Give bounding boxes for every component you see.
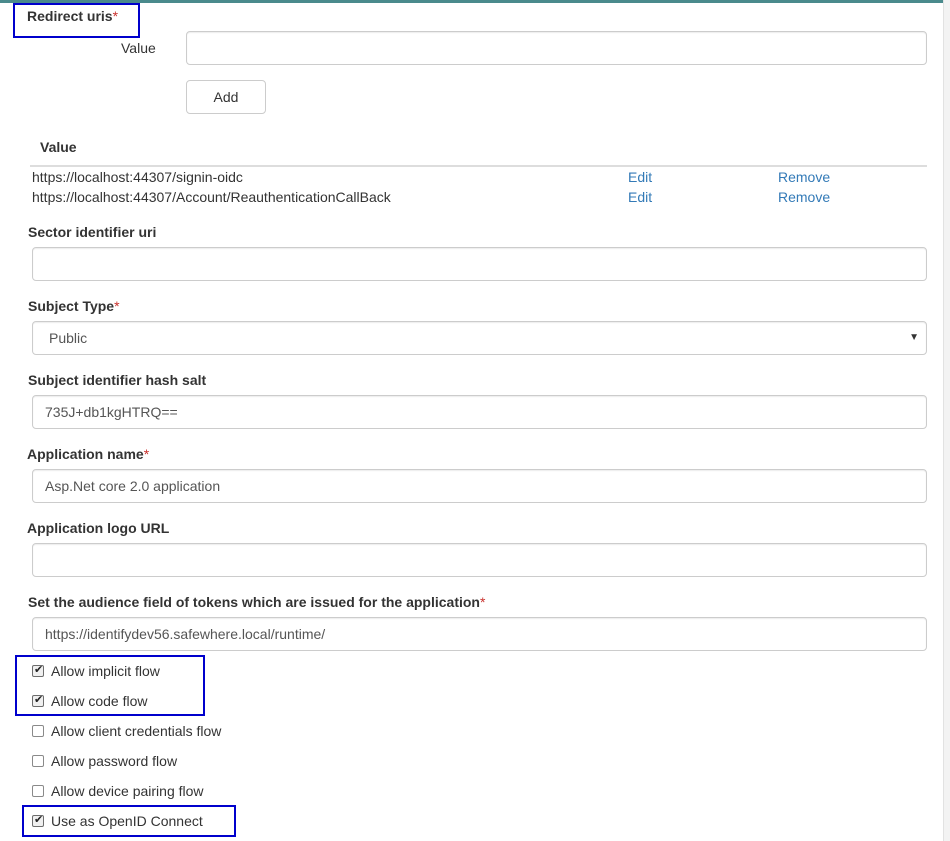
redirect-uri-value: https://localhost:44307/Account/Reauthen… (32, 189, 391, 205)
edit-link[interactable]: Edit (628, 189, 652, 205)
sector-identifier-input[interactable] (32, 247, 927, 281)
required-marker: * (479, 594, 486, 610)
redirect-value-label: Value (121, 40, 156, 56)
subject-type-label: Subject Type* (28, 298, 120, 314)
required-marker: * (114, 298, 120, 314)
application-name-input[interactable]: Asp.Net core 2.0 application (32, 469, 927, 503)
add-redirect-uri-button[interactable]: Add (186, 80, 266, 114)
redirect-uris-label: Redirect uris* (27, 8, 119, 24)
redirect-uri-value: https://localhost:44307/signin-oidc (32, 169, 243, 185)
code-flow-label[interactable]: Allow code flow (51, 693, 148, 709)
password-flow-checkbox[interactable] (32, 755, 44, 767)
client-credentials-flow-label[interactable]: Allow client credentials flow (51, 723, 221, 739)
subject-type-select[interactable]: Public ▼ (32, 321, 927, 355)
logo-url-input[interactable] (32, 543, 927, 577)
device-pairing-flow-label[interactable]: Allow device pairing flow (51, 783, 204, 799)
checkmark-icon: ✔ (34, 814, 44, 826)
checkmark-icon: ✔ (34, 694, 44, 706)
subject-type-selected: Public (49, 330, 88, 346)
password-flow-label[interactable]: Allow password flow (51, 753, 177, 769)
top-border (0, 0, 950, 3)
code-flow-checkbox[interactable]: ✔ (32, 694, 44, 707)
implicit-flow-checkbox[interactable]: ✔ (32, 664, 44, 677)
page-scrollbar[interactable] (943, 0, 950, 841)
edit-link[interactable]: Edit (628, 169, 652, 185)
device-pairing-flow-checkbox[interactable] (32, 785, 44, 797)
openid-connect-label[interactable]: Use as OpenID Connect (51, 813, 203, 829)
application-name-label: Application name* (27, 446, 150, 462)
audience-label: Set the audience field of tokens which a… (28, 594, 486, 610)
audience-input[interactable]: https://identifydev56.safewhere.local/ru… (32, 617, 927, 651)
remove-link[interactable]: Remove (778, 169, 830, 185)
client-credentials-flow-checkbox[interactable] (32, 725, 44, 737)
hash-salt-label: Subject identifier hash salt (28, 372, 207, 388)
chevron-down-icon: ▼ (909, 332, 919, 343)
checkmark-icon: ✔ (34, 664, 44, 676)
implicit-flow-label[interactable]: Allow implicit flow (51, 663, 160, 679)
sector-identifier-label: Sector identifier uri (28, 224, 157, 240)
openid-connect-checkbox[interactable]: ✔ (32, 814, 44, 827)
logo-url-label: Application logo URL (27, 520, 170, 536)
remove-link[interactable]: Remove (778, 189, 830, 205)
required-marker: * (143, 446, 150, 462)
table-header-divider (30, 165, 927, 167)
redirect-table-header: Value (40, 139, 77, 155)
hash-salt-input[interactable]: 735J+db1kgHTRQ== (32, 395, 927, 429)
required-marker: * (112, 8, 119, 24)
redirect-uri-input[interactable] (186, 31, 927, 65)
